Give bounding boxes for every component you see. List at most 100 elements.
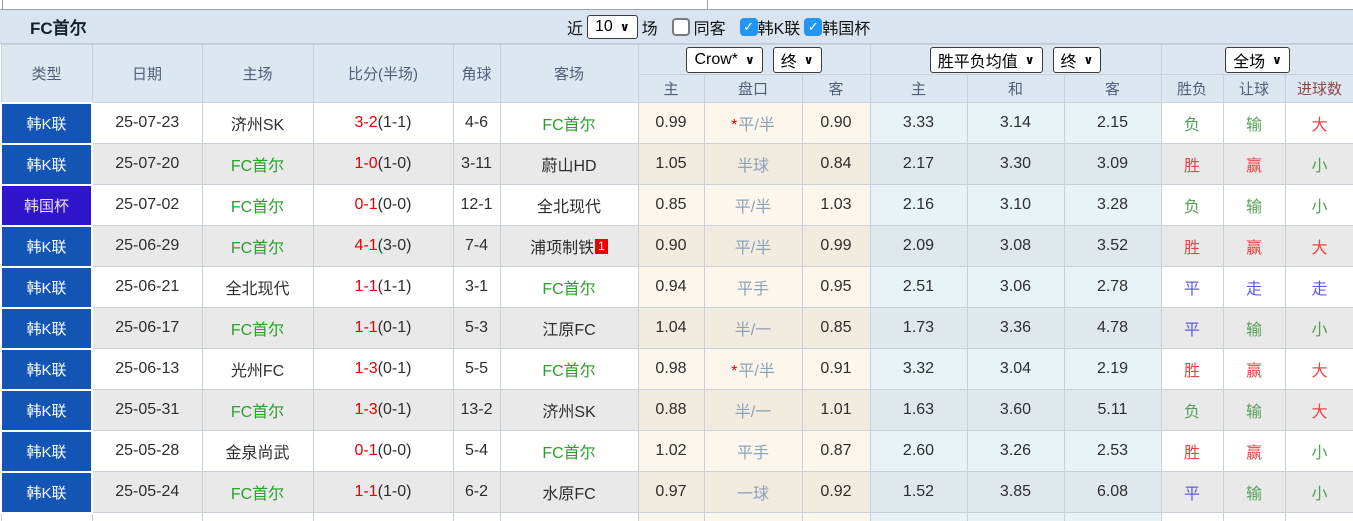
handicap-result: 输 [1222, 389, 1286, 431]
home-team-link[interactable]: 全北现代 [201, 266, 314, 308]
away-odds: 0.87 [801, 430, 871, 472]
chevron-down-icon: ∨ [1083, 52, 1094, 67]
mean-home-odds: 1.52 [869, 471, 968, 513]
table-header: 类型 日期 主场 比分(半场) 角球 客场 Crow* ∨ 终 ∨ 胜平负均值 … [0, 44, 1353, 103]
home-odds: 1.04 [637, 307, 705, 349]
home-team-link[interactable]: FC首尔 [201, 184, 314, 226]
away-team-link[interactable]: FC首尔 [499, 430, 639, 472]
match-row: 韩K联 25-05-28 金泉尚武 0-1(0-0) 5-4 FC首尔 1.02… [0, 429, 1353, 473]
chevron-down-icon: ∨ [1024, 52, 1035, 67]
match-date: 25-06-29 [91, 225, 203, 267]
goals-result: 小 [1284, 430, 1353, 472]
away-team-link[interactable]: FC首尔 [499, 102, 639, 144]
mean-home-odds: 2.17 [869, 143, 968, 185]
same-venue-checkbox[interactable] [671, 17, 690, 36]
home-team-link[interactable] [201, 512, 314, 521]
home-team-link[interactable]: 金泉尚武 [201, 430, 314, 472]
red-number-badge: 1 [595, 239, 608, 254]
chevron-down-icon: ∨ [803, 52, 814, 67]
win-loss-result: 负 [1160, 184, 1224, 226]
away-team-link[interactable]: FC首尔 [499, 348, 639, 390]
win-loss-result: 胜 [1160, 225, 1224, 267]
mean-home-odds: 2.09 [869, 225, 968, 267]
league-badge: 韩K联 [0, 388, 93, 432]
mean-away-odds [1063, 512, 1162, 521]
games-label: 场 [641, 20, 658, 38]
match-date: 25-06-17 [91, 307, 203, 349]
away-odds: 0.85 [801, 307, 871, 349]
full-time-score: 1-1 [354, 483, 378, 500]
mean-away-odds: 2.15 [1063, 102, 1162, 144]
half-time-score: (0-0) [377, 196, 412, 213]
score-cell: 1-3(0-1) [312, 389, 454, 431]
win-loss-result: 负 [1160, 389, 1224, 431]
win-loss-result: 胜 [1160, 430, 1224, 472]
home-odds: 0.94 [637, 266, 705, 308]
mean-draw-odds: 3.06 [966, 266, 1065, 308]
odds-company-select[interactable]: Crow* ∨ [686, 46, 763, 73]
mean-type-select[interactable]: 胜平负均值 ∨ [929, 46, 1043, 73]
league-badge: 韩K联 [0, 347, 93, 391]
kleague-checkbox[interactable]: ✓ [739, 17, 758, 36]
full-time-score: 1-1 [354, 278, 378, 295]
away-team-link[interactable]: 全北现代 [499, 184, 639, 226]
subcol-mean-draw: 和 [966, 74, 1065, 103]
checkmark-icon: ✓ [807, 18, 819, 34]
corner-count: 5-5 [452, 348, 501, 390]
away-odds: 1.03 [801, 184, 871, 226]
match-row: 韩K联 25-05-31 FC首尔 1-3(0-1) 13-2 济州SK 0.8… [0, 388, 1353, 432]
away-team-link[interactable] [499, 512, 639, 521]
subcol-mean-away: 客 [1063, 74, 1162, 103]
full-time-score: 1-3 [354, 360, 378, 377]
away-team-link[interactable]: 浦项制铁 1 [499, 225, 639, 267]
away-team-link[interactable]: FC首尔 [499, 266, 639, 308]
title-bar: FC首尔 近 10 ∨ 场 同客 ✓ 韩K联 ✓ 韩国杯 [0, 10, 1353, 44]
league-badge: 韩K联 [0, 429, 93, 473]
home-team-link[interactable]: 光州FC [201, 348, 314, 390]
home-team-link[interactable]: FC首尔 [201, 307, 314, 349]
mean-away-odds: 3.09 [1063, 143, 1162, 185]
home-team-link[interactable]: FC首尔 [201, 471, 314, 513]
goals-result: 大 [1284, 102, 1353, 144]
odds-time-select[interactable]: 终 ∨ [772, 46, 822, 73]
away-team-link[interactable]: 蔚山HD [499, 143, 639, 185]
half-time-score: (1-0) [377, 155, 412, 172]
match-date: 25-05-24 [91, 471, 203, 513]
home-team-link[interactable]: 济州SK [201, 102, 314, 144]
goals-result: 小 [1284, 184, 1353, 226]
league-badge: 韩K联 [0, 101, 93, 145]
win-loss-result: 平 [1160, 266, 1224, 308]
score-cell: 0-1(0-0) [312, 184, 454, 226]
full-time-score: 0-1 [354, 442, 378, 459]
mean-draw-odds: 3.36 [966, 307, 1065, 349]
home-odds: 0.88 [637, 389, 705, 431]
filter-controls: 近 10 ∨ 场 同客 ✓ 韩K联 ✓ 韩国杯 [563, 10, 874, 43]
away-odds: 1.01 [801, 389, 871, 431]
corner-count: 3-11 [452, 143, 501, 185]
mean-time-select[interactable]: 终 ∨ [1052, 46, 1102, 73]
subcol-mean-home: 主 [869, 74, 968, 103]
home-team-link[interactable]: FC首尔 [201, 225, 314, 267]
score-cell: 1-1(0-1) [312, 307, 454, 349]
match-history-panel: FC首尔 近 10 ∨ 场 同客 ✓ 韩K联 ✓ 韩国杯 类型 日期 主场 比分… [0, 0, 1353, 521]
cup-checkbox[interactable]: ✓ [804, 17, 823, 36]
recent-count-select[interactable]: 10 ∨ [587, 14, 638, 39]
handicap-result: 赢 [1222, 430, 1286, 472]
half-time-score: (1-0) [377, 483, 412, 500]
corner-count: 5-3 [452, 307, 501, 349]
away-team-link[interactable]: 江原FC [499, 307, 639, 349]
away-team-link[interactable]: 济州SK [499, 389, 639, 431]
scope-select[interactable]: 全场 ∨ [1225, 46, 1290, 73]
checkmark-icon: ✓ [743, 18, 755, 34]
mean-away-odds: 2.19 [1063, 348, 1162, 390]
match-date: 25-05-28 [91, 430, 203, 472]
league-badge: 韩K联 [0, 224, 93, 268]
result-group-header: 全场 ∨ [1160, 44, 1353, 75]
corner-count [452, 512, 501, 521]
home-team-link[interactable]: FC首尔 [201, 143, 314, 185]
win-loss-result [1160, 512, 1224, 521]
match-table-body: 韩K联 25-07-23 济州SK 3-2(1-1) 4-6 FC首尔 0.99… [0, 101, 1353, 521]
home-team-link[interactable]: FC首尔 [201, 389, 314, 431]
handicap-result: 赢 [1222, 143, 1286, 185]
away-team-link[interactable]: 水原FC [499, 471, 639, 513]
